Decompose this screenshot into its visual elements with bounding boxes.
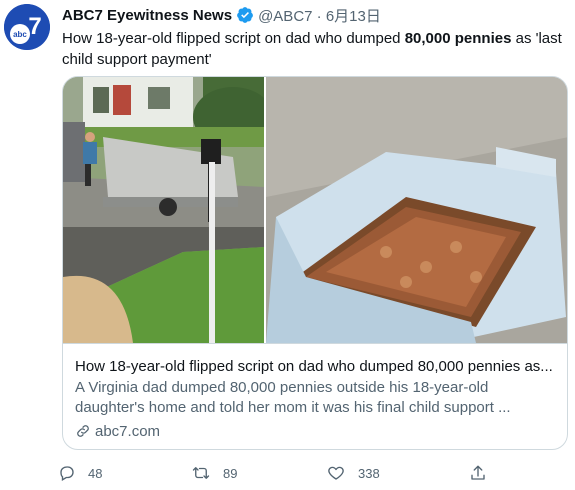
like-count: 338	[358, 465, 380, 481]
heart-icon	[328, 466, 344, 480]
svg-text:7: 7	[28, 13, 41, 40]
action-bar: 48 89 338	[58, 460, 498, 486]
pennies-bin-photo	[266, 77, 567, 343]
retweet-icon	[192, 467, 210, 479]
share-icon	[471, 465, 485, 480]
svg-text:abc: abc	[13, 30, 27, 39]
card-description[interactable]: A Virginia dad dumped 80,000 pennies out…	[75, 378, 557, 418]
reply-count: 48	[88, 465, 103, 481]
reply-icon	[60, 466, 74, 481]
verified-badge-icon	[236, 6, 254, 24]
abc7-logo: abc 7	[4, 4, 50, 50]
card-image[interactable]	[63, 77, 567, 343]
card-title[interactable]: How 18-year-old flipped script on dad wh…	[75, 357, 557, 377]
tweet-text-part1: How 18-year-old flipped script on dad wh…	[62, 30, 405, 47]
tweet-text: How 18-year-old flipped script on dad wh…	[62, 28, 567, 70]
tweet-header: ABC7 Eyewitness News @ABC7 · 6月13日	[62, 5, 381, 25]
link-icon	[77, 425, 89, 437]
handle-and-date[interactable]: @ABC7 · 6月13日	[258, 5, 381, 26]
retweet-count: 89	[223, 465, 238, 481]
tweet-text-bold: 80,000 pennies	[404, 30, 512, 47]
like-button[interactable]: 338	[326, 460, 380, 486]
card-link[interactable]: abc7.com	[75, 421, 160, 441]
card-divider	[63, 343, 567, 344]
link-card[interactable]: How 18-year-old flipped script on dad wh…	[62, 76, 568, 450]
retweet-button[interactable]: 89	[191, 460, 237, 486]
reply-button[interactable]: 48	[58, 460, 102, 486]
card-link-text: abc7.com	[95, 422, 161, 440]
driveway-photo	[63, 77, 264, 343]
author-name[interactable]: ABC7 Eyewitness News	[62, 7, 232, 24]
share-button[interactable]	[469, 460, 487, 486]
avatar[interactable]: abc 7	[4, 4, 50, 50]
